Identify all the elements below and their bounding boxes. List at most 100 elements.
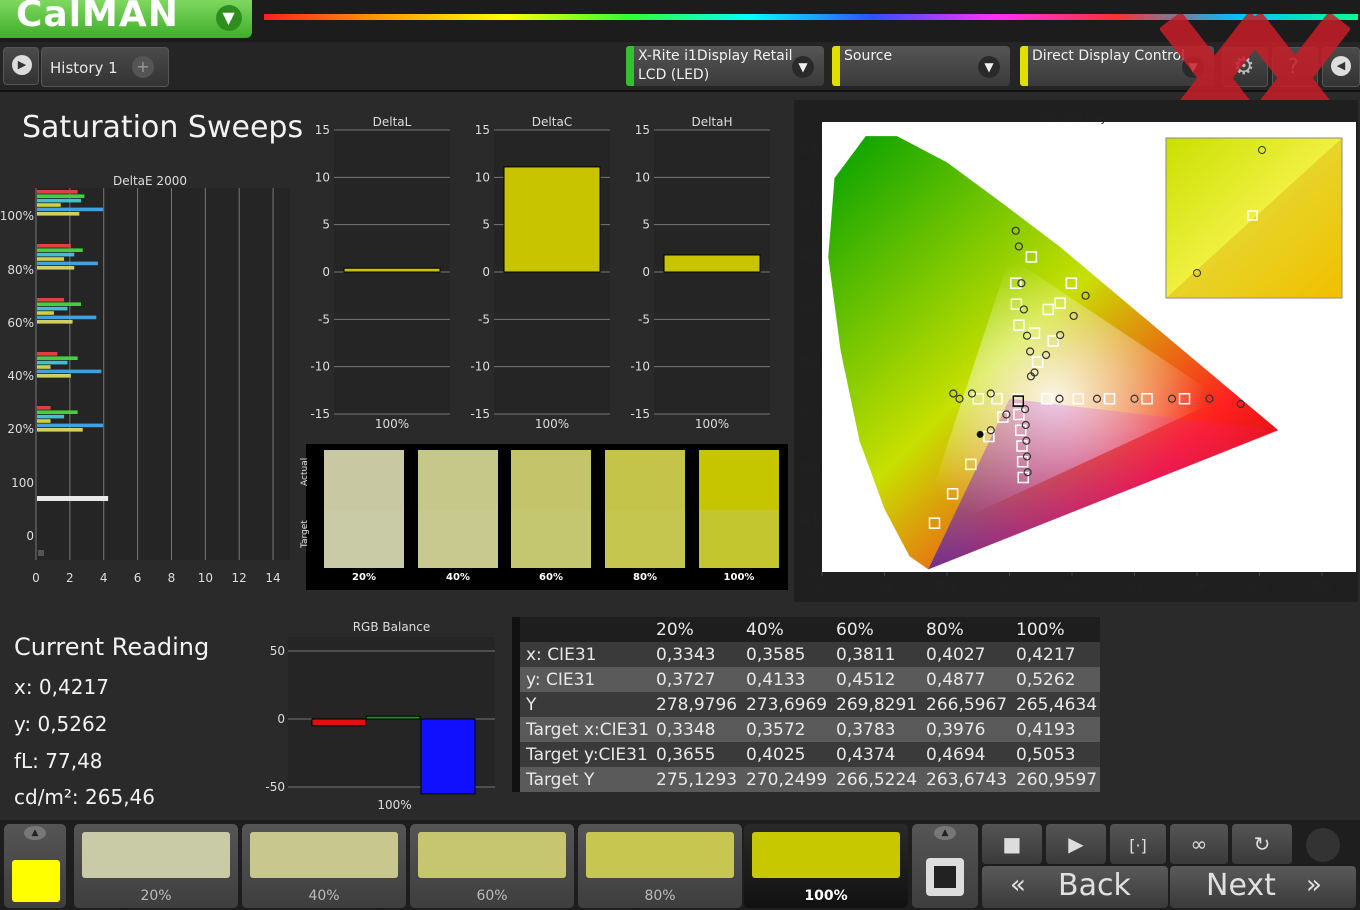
- table-cell: 0,4877: [920, 667, 1010, 692]
- table-cell: x: CIE31: [520, 642, 650, 667]
- add-tab-icon[interactable]: +: [132, 56, 154, 78]
- actual-swatch: [418, 450, 498, 510]
- actual-swatch: [605, 450, 685, 510]
- table-cell: 0,4133: [740, 667, 830, 692]
- back-button[interactable]: « Back: [982, 866, 1168, 908]
- deltae-bar: [37, 419, 51, 423]
- refresh-button[interactable]: ↻: [1232, 824, 1292, 864]
- table-cell: 0,4193: [1010, 717, 1100, 742]
- delta-y-tick: 0: [482, 265, 490, 279]
- chevron-up-icon[interactable]: ▲: [934, 826, 956, 840]
- deltae-bar: [37, 203, 61, 207]
- stop-button[interactable]: ■: [982, 824, 1042, 864]
- deltae-bar: [37, 252, 75, 257]
- continuous-button[interactable]: ∞: [1170, 824, 1228, 864]
- deltae-bar: [37, 369, 102, 374]
- sweep-point-label: 20%: [140, 888, 172, 904]
- delta-y-tick: -10: [630, 360, 650, 374]
- app-logo-menu[interactable]: CalMAN ▼: [0, 0, 252, 38]
- rgb-bar: [311, 718, 367, 727]
- cie-1931-diagram: CIE 1931 xy 0 0,1 0,2 0,3 0,4 0,5 0,6 0,7 0,8 0 0,1…: [794, 100, 1358, 602]
- stop-mode-box[interactable]: ▲: [912, 824, 978, 908]
- cie-x-tick: 0,3: [1000, 579, 1019, 593]
- measure-single-button[interactable]: [·]: [1110, 824, 1166, 864]
- delta-y-tick: -15: [630, 407, 650, 421]
- sweep-point-button[interactable]: 100%: [744, 824, 908, 908]
- table-cell: 0,4694: [920, 742, 1010, 767]
- delta-y-tick: 10: [635, 170, 650, 184]
- deltae-bar: [37, 352, 58, 356]
- cie-title: CIE 1931 xy: [1041, 112, 1107, 125]
- deltae-bar: [37, 360, 68, 365]
- actual-swatch: [324, 450, 404, 510]
- delta-bar: [503, 166, 601, 273]
- deltae-bar: [37, 248, 83, 252]
- table-row: Target x:CIE31 0,3348 0,3572 0,3783 0,3976 0,…: [512, 717, 1100, 742]
- delta-y-tick: -15: [310, 407, 330, 421]
- cie-y-tick: 0,3: [800, 407, 819, 421]
- source-label: Source: [844, 48, 893, 64]
- delta-lch-charts: DeltaL 15 10 5 0 -5 -10 -15 100% DeltaC 15 10 5 0 -5 -1…: [310, 115, 770, 431]
- table-cell: 0,4217: [1010, 642, 1100, 667]
- table-header-cell: [520, 617, 650, 642]
- deltae-bar: [37, 410, 78, 414]
- reading-cdm2: cd/m²: 265,46: [14, 785, 156, 809]
- table-cell: Target Y: [520, 767, 650, 792]
- table-header-cell: 80%: [920, 617, 1010, 642]
- sweep-point-button[interactable]: 80%: [578, 824, 742, 908]
- deltae-bar: [37, 374, 71, 378]
- deltae-y-tick: 100: [11, 476, 34, 490]
- stop-icon: ■: [1002, 832, 1022, 856]
- delta-y-tick: 0: [322, 265, 330, 279]
- double-right-icon: »: [1306, 870, 1322, 900]
- deltae-x-tick: 6: [134, 571, 142, 585]
- cie-x-tick: 0,6: [1187, 579, 1206, 593]
- chevron-down-icon[interactable]: ▼: [216, 5, 242, 31]
- meter-status-bar: [626, 46, 634, 86]
- table-cell: 260,9597: [1010, 767, 1100, 792]
- swatch-label: 20%: [352, 572, 376, 583]
- table-row: x: CIE31 0,3343 0,3585 0,3811 0,4027 0,4217: [512, 642, 1100, 667]
- cie-y-tick: 0,1: [800, 512, 819, 526]
- table-cell: 0,4027: [920, 642, 1010, 667]
- sweep-point-button[interactable]: 40%: [242, 824, 406, 908]
- table-row: Target Y 275,1293 270,2499 266,5224 263,6743…: [512, 767, 1100, 792]
- sweep-point-button[interactable]: 60%: [410, 824, 574, 908]
- meter-select[interactable]: X-Rite i1Display Retail LCD (LED) ▼: [626, 46, 824, 86]
- expand-left-button[interactable]: ▶: [3, 47, 39, 85]
- delta-x-label: 100%: [375, 417, 409, 431]
- cie-y-tick: 0,4: [800, 354, 819, 368]
- target-swatch: [699, 510, 779, 568]
- reading-y: y: 0,5262: [14, 712, 108, 736]
- deltae-y-tick: 60%: [7, 316, 34, 330]
- source-select[interactable]: Source ▼: [832, 46, 1010, 86]
- rgb-bar: [420, 718, 476, 795]
- sweep-point-button[interactable]: 20%: [74, 824, 238, 908]
- delta-bar: [343, 267, 441, 273]
- chevron-up-icon[interactable]: ▲: [24, 826, 46, 840]
- table-cell: 0,5053: [1010, 742, 1100, 767]
- table-cell: 0,3343: [650, 642, 740, 667]
- deltae-x-tick: 2: [66, 571, 74, 585]
- play-button[interactable]: ▶: [1046, 824, 1106, 864]
- rgb-tick: -50: [265, 780, 285, 794]
- table-header-cell: 40%: [740, 617, 830, 642]
- table-cell: 265,4634: [1010, 692, 1100, 717]
- tab-history-1[interactable]: History 1 +: [41, 47, 169, 87]
- current-color-box[interactable]: ▲: [4, 824, 66, 908]
- play-right-icon: ▶: [12, 55, 32, 75]
- delta-y-tick: 15: [315, 123, 330, 137]
- next-button[interactable]: Next »: [1170, 866, 1356, 908]
- rgb-bar: [365, 715, 421, 720]
- deltae-x-tick: 14: [265, 571, 280, 585]
- table-cell: 266,5224: [830, 767, 920, 792]
- delta-y-tick: -15: [470, 407, 490, 421]
- delta-y-tick: 10: [315, 170, 330, 184]
- cie-y-tick: 0,6: [800, 249, 819, 263]
- actual-swatch: [511, 450, 591, 510]
- status-indicator: [1306, 828, 1340, 862]
- deltae-x-tick: 8: [168, 571, 176, 585]
- swatch-label: 100%: [723, 572, 755, 583]
- deltae-bar: [37, 414, 65, 419]
- deltae-plot-area: [36, 188, 290, 560]
